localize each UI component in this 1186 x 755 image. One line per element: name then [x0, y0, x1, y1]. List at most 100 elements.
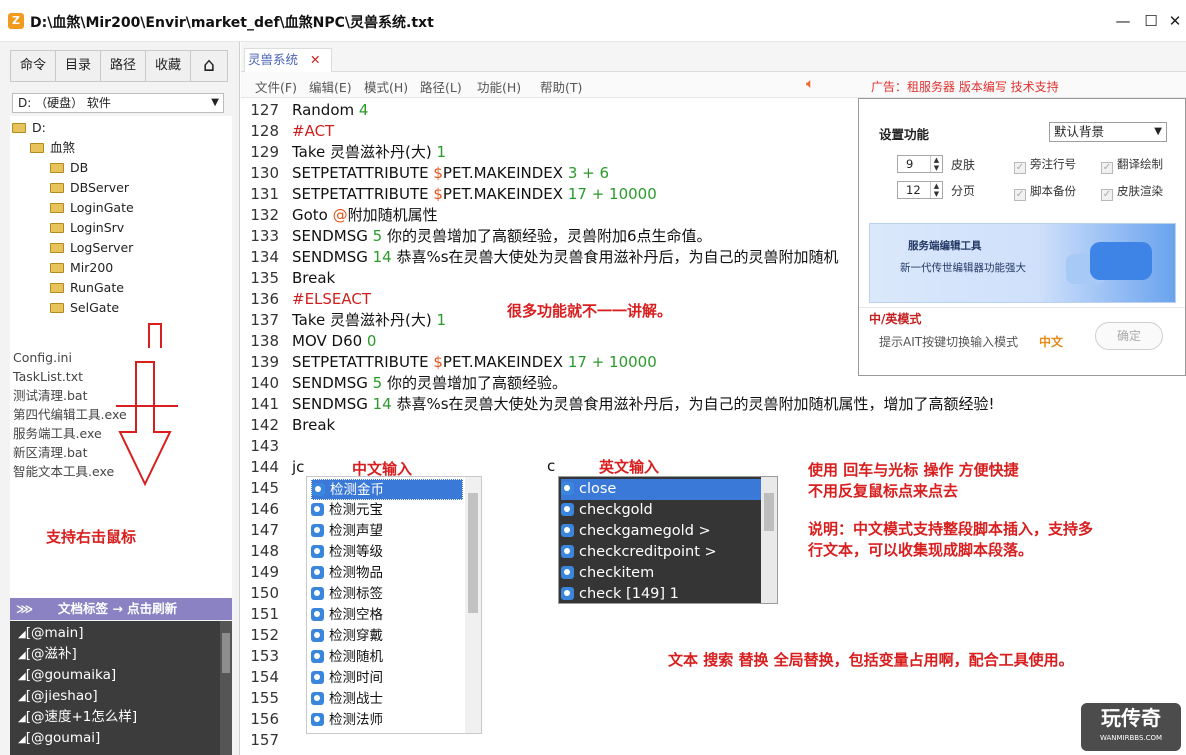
- file-item[interactable]: 第四代编辑工具.exe: [13, 405, 127, 424]
- scroll-thumb[interactable]: [468, 493, 478, 613]
- tree-item-folder[interactable]: LoginGate: [50, 198, 134, 218]
- code-line: SETPETATTRIBUTE $PET.MAKEINDEX 17 + 1000…: [292, 184, 657, 205]
- en-autocomplete-item[interactable]: checkgold: [561, 500, 761, 521]
- close-button[interactable]: ✕: [1164, 10, 1186, 32]
- cn-autocomplete-label: 检测声望: [329, 523, 383, 539]
- file-item[interactable]: TaskList.txt: [13, 367, 83, 386]
- tag-label: [@jieshao]: [25, 688, 98, 704]
- menu-help[interactable]: 帮助(T): [540, 77, 582, 96]
- code-token: #ACT: [292, 122, 335, 140]
- tree-item-folder[interactable]: DB: [50, 158, 88, 178]
- folder-icon: [50, 303, 64, 313]
- en-autocomplete-item[interactable]: check [149] 1: [561, 584, 761, 603]
- checkbox-translate-draw[interactable]: ✓ 翻译绘制: [1101, 156, 1163, 174]
- code-token: Break: [292, 269, 336, 287]
- file-item[interactable]: 测试清理.bat: [13, 386, 87, 405]
- menu-edit[interactable]: 编辑(E): [309, 77, 352, 96]
- cn-autocomplete-item[interactable]: 检测元宝: [311, 500, 463, 521]
- tag-label: [@main]: [25, 625, 84, 641]
- tag-item[interactable]: ◢[@滋补]: [18, 644, 77, 665]
- cn-autocomplete-item[interactable]: 检测金币: [311, 479, 463, 500]
- cn-autocomplete-item[interactable]: 检测法师: [311, 710, 463, 731]
- checkbox-line-numbers[interactable]: ✓ 旁注行号: [1014, 156, 1076, 174]
- code-token: SENDMSG: [292, 227, 373, 245]
- tag-item[interactable]: ◢[@goumai]: [18, 728, 100, 749]
- cn-autocomplete-item[interactable]: 检测空格: [311, 605, 463, 626]
- close-icon[interactable]: ✕: [310, 52, 320, 67]
- cn-autocomplete-item[interactable]: 检测随机: [311, 647, 463, 668]
- tree-item-folder[interactable]: DBServer: [50, 178, 129, 198]
- en-autocomplete-popup[interactable]: close checkgold checkgamegold > checkcredit…: [558, 476, 778, 604]
- menu-path[interactable]: 路径(L): [420, 77, 462, 96]
- en-popup-scrollbar[interactable]: [761, 477, 777, 603]
- code-token: SETPETATTRIBUTE: [292, 353, 434, 371]
- tag-item[interactable]: ◢[@jieshao]: [18, 686, 98, 707]
- page-stepper[interactable]: 12 ▲ ▼: [897, 181, 943, 199]
- scroll-thumb[interactable]: [222, 633, 230, 673]
- tree-item-root[interactable]: D:: [12, 118, 46, 138]
- cn-autocomplete-item[interactable]: 检测战士: [311, 689, 463, 710]
- stepper-arrows-icon[interactable]: ▲ ▼: [930, 156, 942, 172]
- cn-autocomplete-item[interactable]: 检测时间: [311, 668, 463, 689]
- tag-item[interactable]: ◢[@速度+1怎么样]: [18, 707, 137, 728]
- en-autocomplete-item[interactable]: close: [561, 479, 761, 500]
- file-item[interactable]: Config.ini: [13, 348, 72, 367]
- check-icon: ✓: [1101, 189, 1113, 201]
- cn-autocomplete-label: 检测标签: [329, 586, 383, 602]
- tags-header[interactable]: ⋙ 文档标签 → 点击刷新: [10, 598, 232, 620]
- menu-file[interactable]: 文件(F): [255, 77, 297, 96]
- folder-icon: [12, 123, 26, 133]
- annotation-usage-2: 不用反复鼠标点来点去: [808, 482, 959, 500]
- tree-item-folder[interactable]: RunGate: [50, 278, 124, 298]
- tree-item-parent[interactable]: 血煞: [30, 138, 75, 158]
- menu-mode[interactable]: 模式(H): [364, 77, 408, 96]
- cn-popup-scrollbar[interactable]: [465, 477, 481, 733]
- cn-autocomplete-item[interactable]: 检测标签: [311, 584, 463, 605]
- page-label: 分页: [951, 184, 976, 198]
- nav-directory-button[interactable]: 目录: [55, 50, 101, 82]
- menu-function[interactable]: 功能(H): [477, 77, 521, 96]
- en-autocomplete-item[interactable]: checkitem: [561, 563, 761, 584]
- confirm-button[interactable]: 确定: [1095, 322, 1163, 350]
- tree-item-label: D:: [32, 120, 46, 135]
- minimize-button[interactable]: —: [1112, 10, 1134, 32]
- maximize-button[interactable]: ☐: [1140, 10, 1162, 32]
- tree-item-folder[interactable]: LoginSrv: [50, 218, 124, 238]
- ad-text[interactable]: 广告：租服务器 版本编写 技术支持: [871, 78, 1059, 95]
- cn-autocomplete-item[interactable]: 检测声望: [311, 521, 463, 542]
- speaker-icon[interactable]: 🔈︎: [806, 76, 814, 92]
- line-number: 141: [250, 395, 279, 413]
- en-autocomplete-item[interactable]: checkcreditpoint >: [561, 542, 761, 563]
- nav-command-button[interactable]: 命令: [10, 50, 56, 82]
- cn-autocomplete-item[interactable]: 检测穿戴: [311, 626, 463, 647]
- checkbox-skin-render[interactable]: ✓ 皮肤渲染: [1101, 183, 1163, 201]
- stepper-arrows-icon[interactable]: ▲ ▼: [930, 182, 942, 198]
- left-panel: 命令 目录 路径 收藏 ⌂ D: （硬盘） 软件 ▼ D: 血煞 DB DBSe…: [0, 42, 240, 755]
- nav-path-button[interactable]: 路径: [100, 50, 146, 82]
- nav-favorites-button[interactable]: 收藏: [145, 50, 191, 82]
- tab-document[interactable]: 灵兽系统 ✕: [244, 48, 332, 72]
- code-token: jc: [292, 458, 305, 476]
- scroll-thumb[interactable]: [764, 493, 774, 531]
- code-line: Break: [292, 268, 335, 289]
- cn-autocomplete-item[interactable]: 检测等级: [311, 542, 463, 563]
- drive-select[interactable]: D: （硬盘） 软件 ▼: [12, 93, 224, 113]
- tags-scrollbar[interactable]: [220, 621, 232, 755]
- checkbox-script-backup[interactable]: ✓ 脚本备份: [1014, 183, 1076, 201]
- en-autocomplete-item[interactable]: checkgamegold >: [561, 521, 761, 542]
- tag-item[interactable]: ◢[@goumaika]: [18, 665, 116, 686]
- tree-item-folder[interactable]: Mir200: [50, 258, 113, 278]
- tree-item-folder[interactable]: LogServer: [50, 238, 133, 258]
- tree-item-folder[interactable]: SelGate: [50, 298, 119, 318]
- code-line: #ELSEACT: [292, 289, 371, 310]
- cn-autocomplete-popup[interactable]: 检测金币 检测元宝检测声望检测等级 检测物品检测标签检测空格 检测穿戴 检测随机 检测时间…: [306, 476, 482, 734]
- home-icon[interactable]: ⌂: [190, 50, 228, 82]
- file-item[interactable]: 服务端工具.exe: [13, 424, 102, 443]
- file-item[interactable]: 新区清理.bat: [13, 443, 87, 462]
- skin-stepper[interactable]: 9 ▲ ▼: [897, 155, 943, 173]
- cn-autocomplete-item[interactable]: 检测物品: [311, 563, 463, 584]
- promo-banner[interactable]: 服务端编辑工具 新一代传世编辑器功能强大: [869, 223, 1176, 303]
- tag-item[interactable]: ◢[@main]: [18, 623, 83, 644]
- file-item[interactable]: 智能文本工具.exe: [13, 462, 114, 481]
- background-select[interactable]: 默认背景 ▼: [1049, 122, 1167, 142]
